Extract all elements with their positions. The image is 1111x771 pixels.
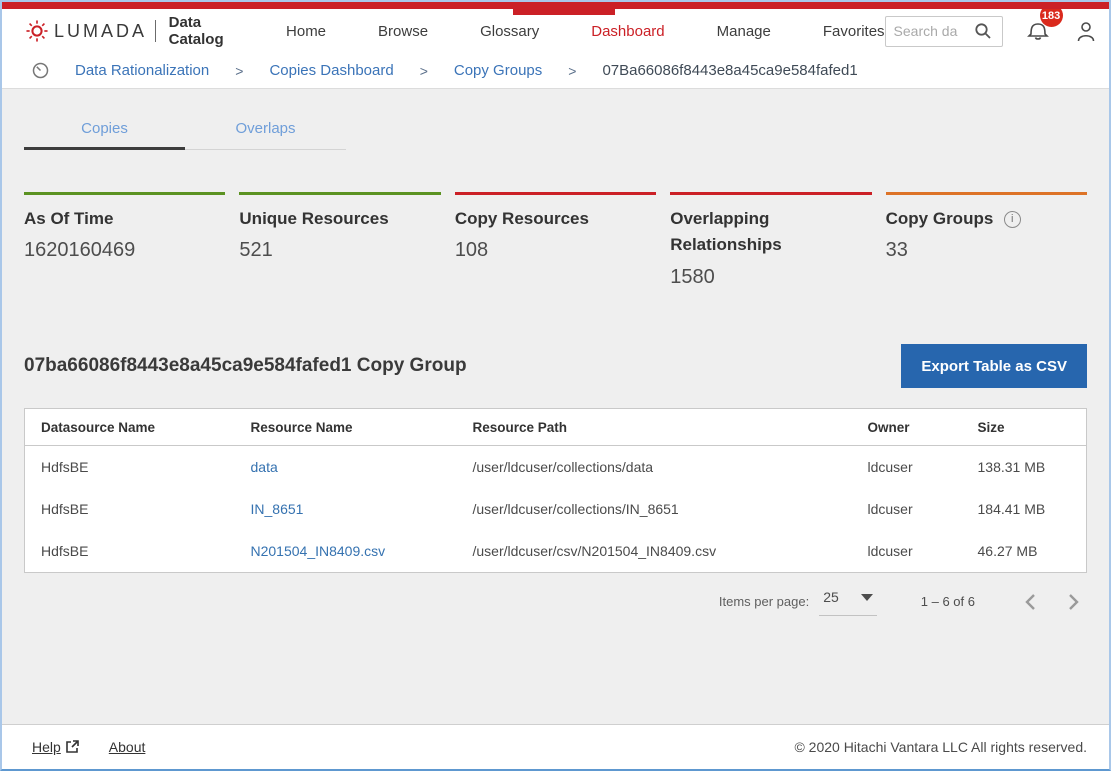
cell-size: 46.27 MB [962, 530, 1087, 573]
stat-cards-row: As Of Time 1620160469 Unique Resources 5… [24, 192, 1087, 304]
nav-item-favorites[interactable]: Favorites [823, 23, 885, 40]
info-icon[interactable]: i [1004, 211, 1021, 228]
copy-group-title: 07ba66086f8443e8a45ca9e584fafed1 Copy Gr… [24, 355, 467, 377]
copies-overlaps-tabs: Copies Overlaps [24, 112, 346, 150]
cell-size: 138.31 MB [962, 446, 1087, 489]
search-box[interactable] [885, 16, 1003, 47]
user-account-icon[interactable] [1075, 19, 1097, 43]
stat-label: Copy Groups [886, 209, 994, 228]
nav-item-manage[interactable]: Manage [717, 23, 771, 40]
export-csv-button[interactable]: Export Table as CSV [901, 344, 1087, 388]
product-name: Data Catalog [169, 14, 224, 48]
stat-value: 1620160469 [24, 239, 225, 262]
main-nav: Home Browse Glossary Dashboard Manage Fa… [286, 23, 885, 40]
lumada-gear-icon [26, 20, 48, 42]
stat-value: 33 [886, 239, 1087, 262]
column-header-resource-name: Resource Name [235, 409, 457, 446]
stat-card-unique-resources: Unique Resources 521 [239, 192, 440, 304]
resource-link[interactable]: N201504_IN8409.csv [251, 543, 386, 559]
stat-label: Overlapping Relationships [670, 209, 781, 254]
footer-links: Help About [32, 739, 145, 755]
column-header-owner: Owner [852, 409, 962, 446]
breadcrumb: Data Rationalization > Copies Dashboard … [2, 53, 1109, 89]
help-link-label: Help [32, 739, 61, 755]
cell-datasource: HdfsBE [25, 488, 235, 530]
active-nav-indicator [513, 2, 615, 15]
stat-card-as-of-time: As Of Time 1620160469 [24, 192, 225, 304]
items-per-page-select[interactable]: 25 [819, 587, 877, 616]
pagination: Items per page: 25 1 – 6 of 6 [24, 587, 1087, 616]
cell-owner: ldcuser [852, 488, 962, 530]
stat-value: 1580 [670, 266, 871, 289]
next-page-button[interactable] [1064, 593, 1083, 611]
cell-owner: ldcuser [852, 446, 962, 489]
stat-label: Unique Resources [239, 209, 388, 228]
column-header-size: Size [962, 409, 1087, 446]
stat-label: As Of Time [24, 209, 113, 228]
logo-wordmark: LUMADA [54, 21, 147, 42]
stat-label: Copy Resources [455, 209, 589, 228]
table-row: HdfsBE IN_8651 /user/ldcuser/collections… [25, 488, 1087, 530]
nav-item-glossary[interactable]: Glossary [480, 23, 539, 40]
app-header: LUMADA Data Catalog Home Browse Glossary… [2, 9, 1109, 53]
previous-page-button[interactable] [1021, 593, 1040, 611]
items-per-page-label: Items per page: [719, 594, 809, 609]
stat-card-copy-resources: Copy Resources 108 [455, 192, 656, 304]
column-header-datasource-name: Datasource Name [25, 409, 235, 446]
resource-link[interactable]: IN_8651 [251, 501, 304, 517]
nav-item-dashboard[interactable]: Dashboard [591, 23, 664, 40]
copy-group-section-header: 07ba66086f8443e8a45ca9e584fafed1 Copy Gr… [24, 344, 1087, 388]
table-row: HdfsBE data /user/ldcuser/collections/da… [25, 446, 1087, 489]
breadcrumb-separator: > [235, 63, 243, 79]
nav-item-home[interactable]: Home [286, 23, 326, 40]
header-right-cluster: 183 [885, 16, 1097, 47]
top-brand-bar [2, 2, 1109, 9]
tab-overlaps[interactable]: Overlaps [185, 112, 346, 150]
page-content: Copies Overlaps As Of Time 1620160469 Un… [2, 89, 1109, 724]
breadcrumb-link-copies-dashboard[interactable]: Copies Dashboard [269, 62, 393, 79]
table-header-row: Datasource Name Resource Name Resource P… [25, 409, 1087, 446]
pagination-range: 1 – 6 of 6 [921, 594, 975, 609]
breadcrumb-link-data-rationalization[interactable]: Data Rationalization [75, 62, 209, 79]
cell-datasource: HdfsBE [25, 530, 235, 573]
resource-link[interactable]: data [251, 459, 278, 475]
notifications-button[interactable]: 183 [1027, 18, 1051, 44]
lumada-logo: LUMADA Data Catalog [26, 14, 224, 48]
pagination-controls [1021, 593, 1083, 611]
cell-owner: ldcuser [852, 530, 962, 573]
cell-datasource: HdfsBE [25, 446, 235, 489]
stat-value: 108 [455, 239, 656, 262]
resources-table: Datasource Name Resource Name Resource P… [24, 408, 1087, 573]
nav-item-browse[interactable]: Browse [378, 23, 428, 40]
copyright-text: © 2020 Hitachi Vantara LLC All rights re… [794, 739, 1087, 755]
external-link-icon [65, 740, 79, 754]
breadcrumb-current-copy-group-id: 07Ba66086f8443e8a45ca9e584fafed1 [602, 62, 857, 79]
cell-path: /user/ldcuser/collections/data [457, 446, 852, 489]
breadcrumb-separator: > [420, 63, 428, 79]
stat-value: 521 [239, 239, 440, 262]
column-header-resource-path: Resource Path [457, 409, 852, 446]
about-link[interactable]: About [109, 739, 146, 755]
cell-size: 184.41 MB [962, 488, 1087, 530]
stat-card-copy-groups: Copy Groups i 33 [886, 192, 1087, 304]
breadcrumb-link-copy-groups[interactable]: Copy Groups [454, 62, 542, 79]
table-row: HdfsBE N201504_IN8409.csv /user/ldcuser/… [25, 530, 1087, 573]
items-per-page-value: 25 [823, 589, 839, 605]
cell-path: /user/ldcuser/csv/N201504_IN8409.csv [457, 530, 852, 573]
breadcrumb-separator: > [568, 63, 576, 79]
logo-divider [155, 20, 156, 42]
dashboard-gauge-icon [32, 62, 49, 79]
search-icon[interactable] [974, 22, 992, 40]
page-footer: Help About © 2020 Hitachi Vantara LLC Al… [2, 724, 1109, 769]
search-input[interactable] [894, 23, 974, 39]
help-link[interactable]: Help [32, 739, 79, 755]
tab-copies[interactable]: Copies [24, 112, 185, 150]
stat-card-overlapping-relationships: Overlapping Relationships 1580 [670, 192, 871, 304]
cell-path: /user/ldcuser/collections/IN_8651 [457, 488, 852, 530]
dropdown-caret-icon [861, 594, 873, 601]
